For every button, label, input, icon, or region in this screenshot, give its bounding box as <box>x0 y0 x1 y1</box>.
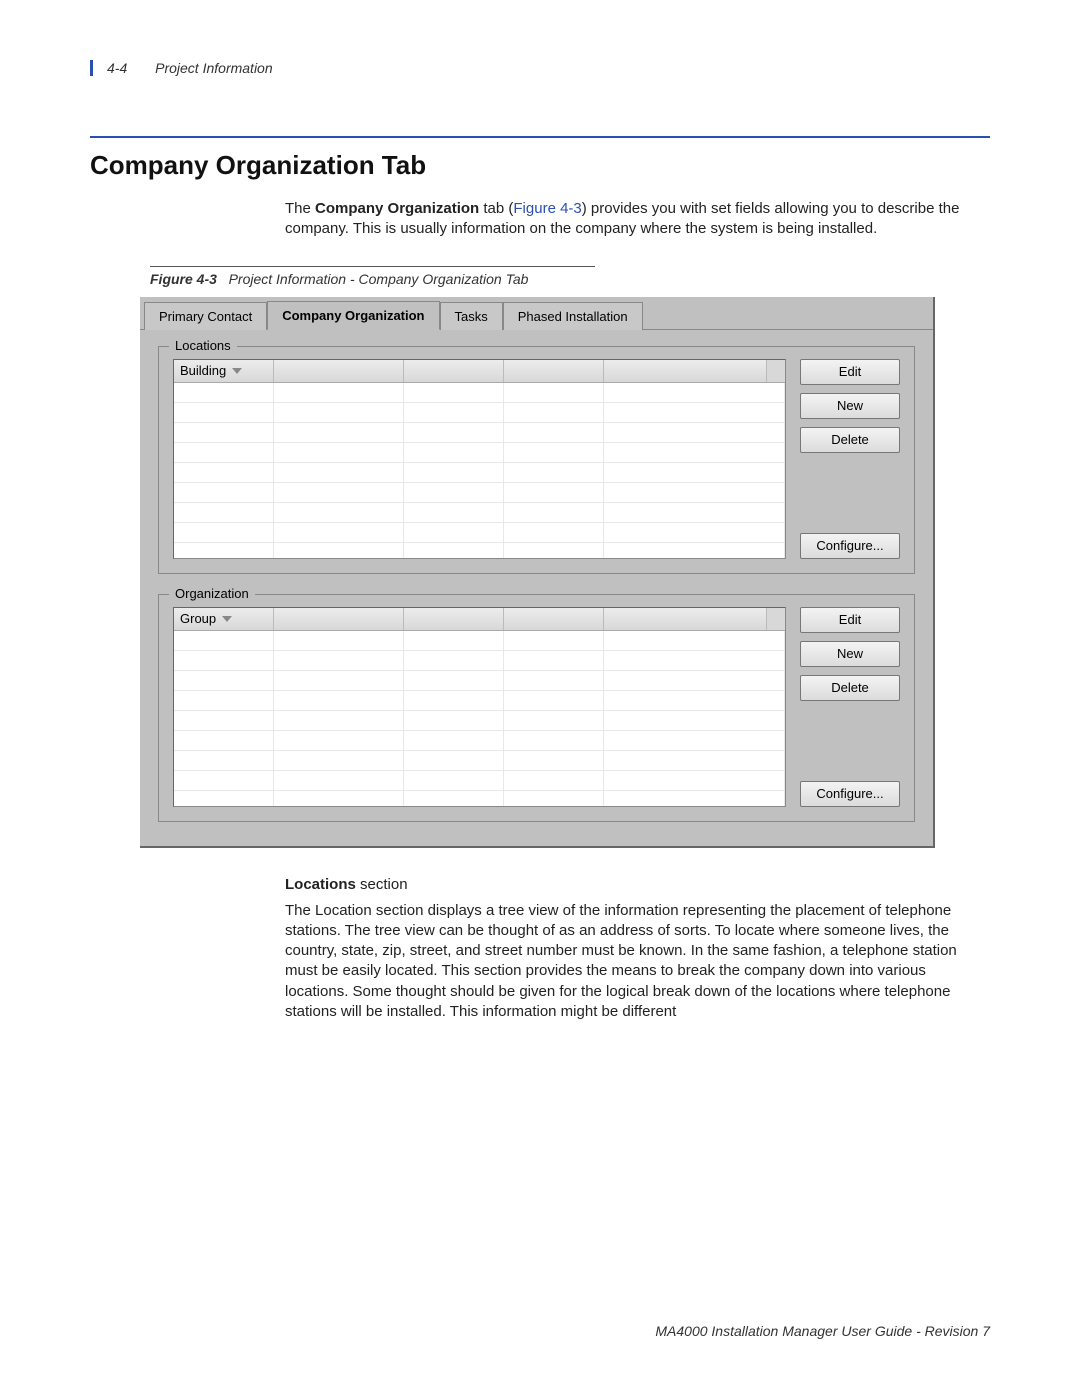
table-row[interactable] <box>174 731 785 751</box>
tab-primary-contact[interactable]: Primary Contact <box>144 302 267 330</box>
page-number: 4-4 <box>107 60 127 76</box>
section-title: Company Organization Tab <box>90 150 990 181</box>
locations-new-button[interactable]: New <box>800 393 900 419</box>
tabstrip: Primary Contact Company Organization Tas… <box>140 297 933 329</box>
tab-phased-installation[interactable]: Phased Installation <box>503 302 643 330</box>
table-row[interactable] <box>174 711 785 731</box>
organization-new-button[interactable]: New <box>800 641 900 667</box>
company-organization-panel: Primary Contact Company Organization Tas… <box>140 297 935 848</box>
sort-desc-icon <box>222 616 232 622</box>
table-row[interactable] <box>174 483 785 503</box>
locations-grid[interactable]: Building <box>173 359 786 559</box>
section-rule <box>90 136 990 138</box>
table-row[interactable] <box>174 543 785 559</box>
locations-col-building[interactable]: Building <box>174 360 274 382</box>
table-row[interactable] <box>174 791 785 807</box>
figure-label: Figure 4-3 <box>150 271 217 287</box>
page-footer: MA4000 Installation Manager User Guide -… <box>655 1323 990 1339</box>
tab-tasks[interactable]: Tasks <box>440 302 503 330</box>
table-row[interactable] <box>174 503 785 523</box>
organization-configure-button[interactable]: Configure... <box>800 781 900 807</box>
figure-reference-link[interactable]: Figure 4-3 <box>513 200 581 217</box>
tab-company-organization[interactable]: Company Organization <box>267 301 439 330</box>
table-row[interactable] <box>174 671 785 691</box>
organization-col-3[interactable] <box>404 608 504 630</box>
sort-desc-icon <box>232 368 242 374</box>
organization-col-5[interactable] <box>604 608 767 630</box>
organization-grid[interactable]: Group <box>173 607 786 807</box>
organization-edit-button[interactable]: Edit <box>800 607 900 633</box>
header-section: Project Information <box>155 60 273 76</box>
locations-delete-button[interactable]: Delete <box>800 427 900 453</box>
table-row[interactable] <box>174 651 785 671</box>
page-header: 4-4 Project Information <box>90 60 990 76</box>
table-row[interactable] <box>174 403 785 423</box>
table-row[interactable] <box>174 463 785 483</box>
organization-scroll-stub <box>767 608 785 630</box>
locations-scroll-stub <box>767 360 785 382</box>
table-row[interactable] <box>174 423 785 443</box>
table-row[interactable] <box>174 771 785 791</box>
organization-groupbox: Organization Group <box>158 594 915 822</box>
locations-section-heading: Locations section <box>285 876 980 893</box>
table-row[interactable] <box>174 523 785 543</box>
locations-legend: Locations <box>169 338 237 353</box>
table-row[interactable] <box>174 383 785 403</box>
organization-col-group[interactable]: Group <box>174 608 274 630</box>
locations-edit-button[interactable]: Edit <box>800 359 900 385</box>
locations-configure-button[interactable]: Configure... <box>800 533 900 559</box>
locations-section-paragraph: The Location section displays a tree vie… <box>285 901 980 1023</box>
organization-delete-button[interactable]: Delete <box>800 675 900 701</box>
table-row[interactable] <box>174 691 785 711</box>
locations-col-3[interactable] <box>404 360 504 382</box>
intro-paragraph: The Company Organization tab (Figure 4-3… <box>285 199 980 240</box>
table-row[interactable] <box>174 443 785 463</box>
locations-col-2[interactable] <box>274 360 404 382</box>
organization-legend: Organization <box>169 586 255 601</box>
table-row[interactable] <box>174 631 785 651</box>
table-row[interactable] <box>174 751 785 771</box>
locations-groupbox: Locations Building <box>158 346 915 574</box>
locations-col-5[interactable] <box>604 360 767 382</box>
organization-col-2[interactable] <box>274 608 404 630</box>
organization-col-4[interactable] <box>504 608 604 630</box>
figure-caption: Figure 4-3 Project Information - Company… <box>150 266 990 287</box>
locations-col-4[interactable] <box>504 360 604 382</box>
figure-caption-text: Project Information - Company Organizati… <box>229 271 529 287</box>
